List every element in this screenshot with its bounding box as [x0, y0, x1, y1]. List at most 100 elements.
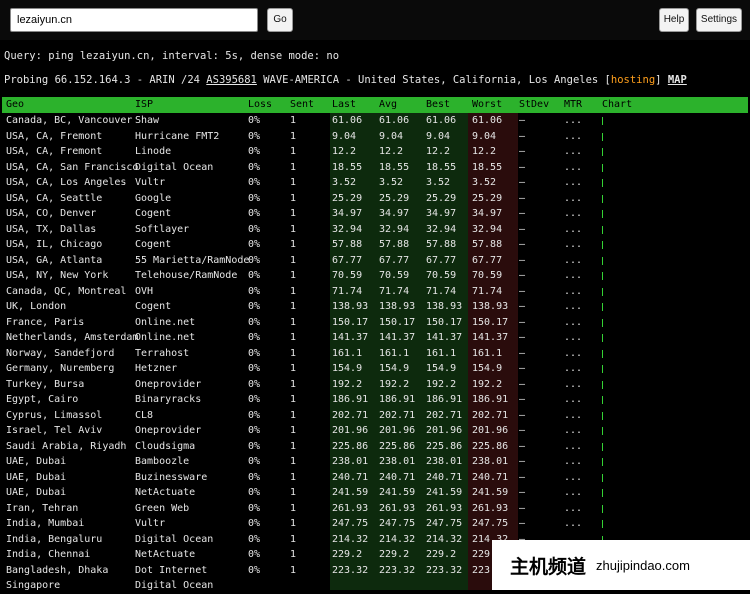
cell-best: 229.2	[426, 549, 457, 560]
cell-avg: 154.9	[379, 363, 410, 374]
cell-mtr[interactable]: ...	[564, 239, 582, 250]
table-row: USA, IL, Chicago Cogent 0% 1 57.88 57.88 57.88…	[2, 237, 748, 253]
cell-last: 71.74	[332, 285, 363, 297]
cell-loss: 0%	[248, 549, 261, 560]
cell-isp: Online.net	[135, 316, 196, 328]
cell-sent: 1	[290, 440, 297, 452]
cell-mtr[interactable]: ...	[564, 472, 582, 483]
header-isp[interactable]: ISP	[135, 99, 153, 110]
header-worst[interactable]: Worst	[472, 99, 502, 110]
cell-mtr[interactable]: ...	[564, 224, 582, 235]
cell-mtr[interactable]: ...	[564, 518, 582, 529]
host-input[interactable]	[10, 8, 258, 32]
cell-geo: Israel, Tel Aviv	[6, 425, 103, 436]
cell-best: 241.59	[426, 487, 463, 498]
cell-mtr[interactable]: ...	[564, 425, 582, 436]
cell-loss: 0%	[248, 161, 261, 173]
cell-mtr[interactable]: ...	[564, 332, 582, 343]
cell-sent: 1	[290, 177, 297, 188]
cell-mtr[interactable]: ...	[564, 193, 582, 204]
cell-mtr[interactable]: ...	[564, 301, 582, 312]
cell-best: 247.75	[426, 518, 463, 529]
asn-link[interactable]: AS395681	[206, 74, 257, 86]
cell-best: 238.01	[426, 456, 463, 467]
chart-bar	[602, 241, 603, 249]
cell-mtr[interactable]: ...	[564, 394, 582, 405]
settings-button[interactable]: Settings	[696, 8, 742, 32]
cell-stdev: –	[519, 208, 526, 219]
table-row: Cyprus, Limassol CL8 0% 1 202.71 202.71 202.71…	[2, 408, 748, 424]
cell-mtr[interactable]: ...	[564, 146, 582, 157]
cell-avg: 161.1	[379, 347, 410, 359]
cell-isp: Oneprovider	[135, 378, 202, 390]
header-mtr[interactable]: MTR	[564, 99, 582, 110]
go-button[interactable]: Go	[267, 8, 293, 32]
help-button[interactable]: Help	[659, 8, 689, 32]
cell-mtr[interactable]: ...	[564, 131, 582, 142]
cell-mtr[interactable]: ...	[564, 317, 582, 328]
cell-geo: Canada, QC, Montreal	[6, 285, 127, 297]
cell-mtr[interactable]: ...	[564, 379, 582, 390]
cell-stdev: –	[519, 270, 526, 281]
cell-mtr[interactable]: ...	[564, 456, 582, 467]
cell-isp: Shaw	[135, 115, 160, 126]
cell-mtr[interactable]: ...	[564, 270, 582, 281]
cell-mtr[interactable]: ...	[564, 410, 582, 421]
cell-loss: 0%	[248, 223, 261, 235]
watermark-cn: 主机频道	[510, 555, 587, 578]
cell-mtr[interactable]: ...	[564, 487, 582, 498]
header-last[interactable]: Last	[332, 99, 356, 110]
cell-mtr[interactable]: ...	[564, 363, 582, 374]
chart-bar	[602, 520, 603, 528]
cell-isp: Linode	[135, 146, 172, 157]
cell-isp: CL8	[135, 409, 154, 421]
table-row: Turkey, Bursa Oneprovider 0% 1 192.2 192.2 192…	[2, 377, 748, 393]
cell-last: 238.01	[332, 456, 369, 467]
cell-mtr[interactable]: ...	[564, 162, 582, 173]
chart-bar	[602, 365, 603, 373]
cell-mtr[interactable]: ...	[564, 348, 582, 359]
cell-isp: Digital Ocean	[135, 580, 214, 591]
header-loss[interactable]: Loss	[248, 99, 272, 110]
table-row: USA, NY, New York Telehouse/RamNode 0% 1 70.…	[2, 268, 748, 284]
cell-avg: 141.37	[379, 332, 416, 343]
cell-last: 3.52	[332, 177, 357, 188]
cell-mtr[interactable]: ...	[564, 441, 582, 452]
cell-stdev: –	[519, 440, 526, 452]
cell-sent: 1	[290, 208, 297, 219]
cell-isp: Buzinessware	[135, 471, 208, 483]
cell-avg: 201.96	[379, 425, 416, 436]
cell-avg: 150.17	[379, 316, 416, 328]
cell-stdev: –	[519, 487, 526, 498]
cell-last: 261.93	[332, 502, 369, 514]
header-best[interactable]: Best	[426, 99, 450, 110]
header-avg[interactable]: Avg	[379, 99, 397, 110]
cell-geo: India, Mumbai	[6, 518, 85, 529]
cell-last: 34.97	[332, 208, 363, 219]
cell-stdev: –	[519, 394, 526, 405]
chart-bar	[602, 210, 603, 218]
cell-isp: Vultr	[135, 518, 166, 529]
cell-sent: 1	[290, 518, 297, 529]
cell-mtr[interactable]: ...	[564, 208, 582, 219]
cell-mtr[interactable]: ...	[564, 286, 582, 297]
cell-geo: UAE, Dubai	[6, 471, 67, 483]
cell-mtr[interactable]: ...	[564, 177, 582, 188]
cell-geo: Singapore	[6, 580, 61, 591]
cell-mtr[interactable]: ...	[564, 255, 582, 266]
cell-avg: 32.94	[379, 223, 410, 235]
cell-mtr[interactable]: ...	[564, 503, 582, 514]
cell-sent: 1	[290, 502, 297, 514]
cell-worst: 71.74	[472, 285, 503, 297]
header-stdev[interactable]: StDev	[519, 99, 549, 110]
header-sent[interactable]: Sent	[290, 99, 314, 110]
cell-loss: 0%	[248, 394, 261, 405]
map-link[interactable]: MAP	[668, 74, 687, 86]
cell-mtr[interactable]: ...	[564, 115, 582, 126]
header-geo[interactable]: Geo	[6, 99, 24, 110]
cell-worst: 229	[472, 549, 491, 560]
cell-last: 247.75	[332, 518, 369, 529]
query-line: Query: ping lezaiyun.cn, interval: 5s, d…	[4, 50, 340, 62]
probe-suffix: ]	[655, 74, 668, 86]
header-chart[interactable]: Chart	[602, 99, 632, 110]
